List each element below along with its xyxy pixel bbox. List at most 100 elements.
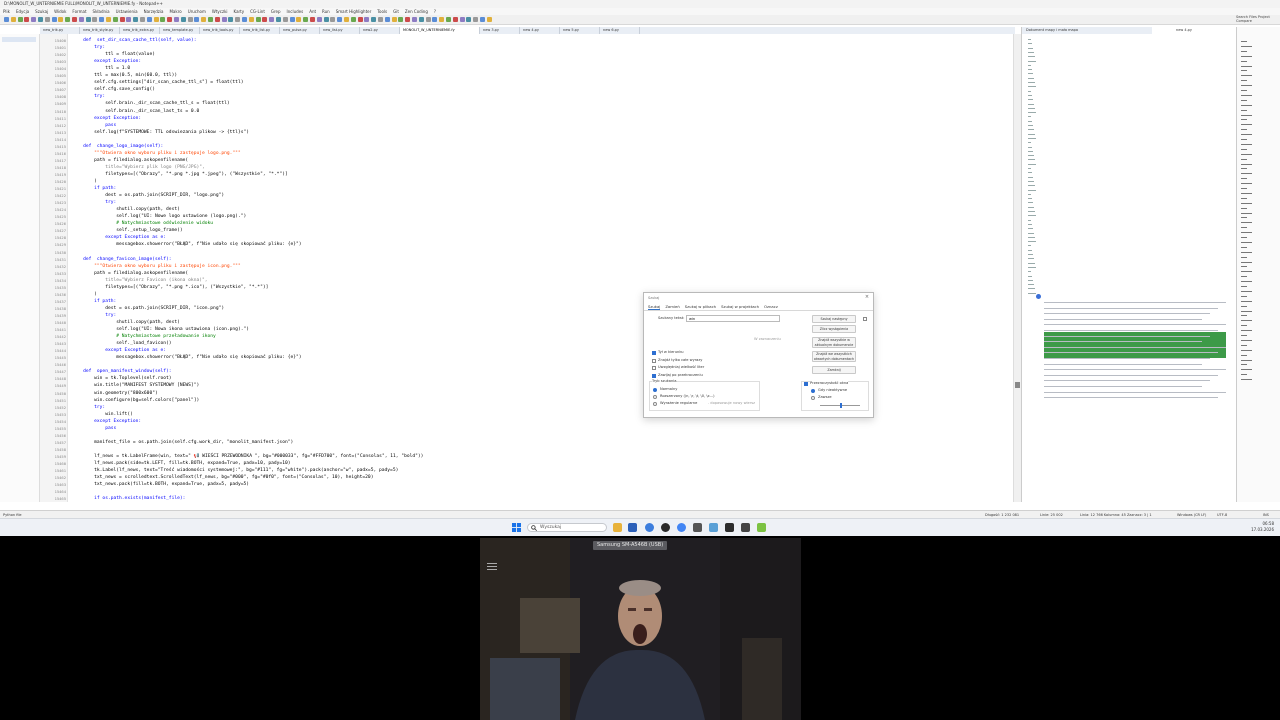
menu-item[interactable]: Karty xyxy=(234,8,245,15)
tab-mark[interactable]: Oznacz xyxy=(764,303,778,310)
find-history-checkbox[interactable] xyxy=(863,317,867,321)
menu-item[interactable]: Run xyxy=(322,8,330,15)
toolbar-button-icon[interactable] xyxy=(473,17,479,22)
toolbar-button-icon[interactable] xyxy=(384,17,390,22)
document-tab[interactable]: new 5.py xyxy=(560,27,600,34)
tab-find[interactable]: Szukaj xyxy=(648,303,661,310)
menu-item[interactable]: Składnia xyxy=(93,8,110,15)
code-line[interactable]: win.configure(bg=self.colors["panel"]) xyxy=(72,397,199,404)
code-line[interactable]: def change_favicon_image(self): xyxy=(72,256,172,263)
toolbar-button-icon[interactable] xyxy=(167,17,173,22)
code-line[interactable]: if path: xyxy=(72,185,116,192)
toolbar-button-icon[interactable] xyxy=(194,17,200,22)
code-line[interactable]: self.cfg.save_config() xyxy=(72,86,155,93)
code-line[interactable]: """Otwiera okno wyboru pliku i zastępuje… xyxy=(72,263,241,270)
toolbar-button-icon[interactable] xyxy=(391,17,397,22)
toolbar-button-icon[interactable] xyxy=(160,17,166,22)
toolbar-button-icon[interactable] xyxy=(452,17,458,22)
toolbar-button-icon[interactable] xyxy=(344,17,349,22)
menu-item[interactable]: Tools xyxy=(377,8,387,15)
system-tray[interactable]: 06:58 17.03.2026 xyxy=(1251,521,1274,533)
code-line[interactable]: except Exception: xyxy=(72,418,141,425)
toolbar-button-icon[interactable] xyxy=(201,17,207,22)
toolbar-button-icon[interactable] xyxy=(303,17,309,22)
document-tab[interactable]: new_trik_list.py xyxy=(240,27,280,34)
docmap-tab-main[interactable]: Dokument mapy i mała mapa xyxy=(1022,27,1152,34)
toolbar-button-icon[interactable] xyxy=(323,17,329,22)
toolbar-button-icon[interactable] xyxy=(92,17,98,22)
code-line[interactable]: except Exception: xyxy=(72,58,141,65)
docmap-tab-second[interactable]: new 4.py xyxy=(1172,27,1217,34)
code-line[interactable]: self.brain._dir_scan_cache_ttl_s = float… xyxy=(72,100,229,107)
toolbar-button-icon[interactable] xyxy=(480,17,485,22)
code-line[interactable]: pass xyxy=(72,122,116,129)
document-tab[interactable]: new_trik_style.py xyxy=(80,27,120,34)
code-line[interactable]: manifest_file = os.path.join(self.cfg.wo… xyxy=(72,439,293,446)
code-line[interactable]: filetypes=[("Obrazy", "*.png *.jpg *.jpe… xyxy=(72,171,288,178)
code-line[interactable]: try: xyxy=(72,199,116,206)
code-line[interactable]: title="Wybierz plik logo (PNG/JPG)", xyxy=(72,164,205,171)
document-tab[interactable]: new 3.py xyxy=(480,27,520,34)
code-line[interactable]: pass xyxy=(72,425,116,432)
toolbar-button-icon[interactable] xyxy=(289,17,295,22)
code-line[interactable]: self.cfg.settings["dir_scan_cache_ttl_s"… xyxy=(72,79,243,86)
toolbar-button-icon[interactable] xyxy=(486,17,492,22)
code-line[interactable]: tk.Label(lf_news, text="Treść wiadomości… xyxy=(72,467,398,474)
obs-icon[interactable] xyxy=(661,523,670,532)
toolbar-button-icon[interactable] xyxy=(350,17,356,22)
code-line[interactable]: txt_news = scrolledtext.ScrolledText(lf_… xyxy=(72,474,373,481)
code-line[interactable]: shutil.copy(path, dest) xyxy=(72,206,180,213)
toolbar-button-icon[interactable] xyxy=(99,17,105,22)
code-line[interactable]: ttl = float(value) xyxy=(72,51,155,58)
chrome-icon[interactable] xyxy=(677,523,686,532)
close-button[interactable]: Zamknij xyxy=(812,366,856,374)
code-line[interactable]: ttl = 1.0 xyxy=(72,65,130,72)
toolbar-button-icon[interactable] xyxy=(357,17,363,22)
code-line[interactable]: try: xyxy=(72,93,105,100)
toolbar-button-icon[interactable] xyxy=(371,17,377,22)
document-tab[interactable]: new_pulse.py xyxy=(280,27,320,34)
toolbar-button-icon[interactable] xyxy=(51,17,57,22)
toolbar-button-icon[interactable] xyxy=(228,17,234,22)
edge-browser-icon[interactable] xyxy=(645,523,654,532)
close-icon[interactable]: × xyxy=(863,294,871,301)
menu-item[interactable]: Git xyxy=(393,8,399,15)
toolbar-button-icon[interactable] xyxy=(446,17,451,22)
count-button[interactable]: Zlicz wystąpienia xyxy=(812,325,856,333)
toolbar-button-icon[interactable] xyxy=(146,17,152,22)
code-line[interactable]: self.log("UI: Nowa ikona ustawiona (icon… xyxy=(72,326,249,333)
toolbar-button-icon[interactable] xyxy=(221,17,227,22)
toolbar-button-icon[interactable] xyxy=(330,17,336,22)
taskbar-app-icon[interactable] xyxy=(741,523,750,532)
document-tab[interactable]: new_trik_extra.py xyxy=(120,27,160,34)
toolbar-button-icon[interactable] xyxy=(282,17,288,22)
document-tab[interactable]: MONOLIT_W_UNTERNIEMIE.fy xyxy=(400,27,480,34)
toolbar-button-icon[interactable] xyxy=(44,17,50,22)
toolbar-button-icon[interactable] xyxy=(242,17,247,22)
document-tab[interactable]: new 4.py xyxy=(520,27,560,34)
toolbar-button-icon[interactable] xyxy=(262,17,268,22)
toolbar-button-icon[interactable] xyxy=(72,17,77,22)
code-line[interactable]: """Otwiera okno wyboru pliku i zastępuje… xyxy=(72,150,241,157)
document-tab[interactable]: new2.py xyxy=(360,27,400,34)
tab-replace[interactable]: Zamień xyxy=(665,303,679,310)
toolbar-button-icon[interactable] xyxy=(378,17,383,22)
toolbar-button-icon[interactable] xyxy=(174,17,179,22)
code-line[interactable]: self._load_favicon() xyxy=(72,340,171,347)
document-tab[interactable]: new_template.py xyxy=(160,27,200,34)
code-line[interactable]: def set_dir_scan_cache_ttl(self, value): xyxy=(72,37,196,44)
menu-item[interactable]: Grep xyxy=(271,8,281,15)
taskbar-app-icon[interactable] xyxy=(628,523,637,532)
mode-normal-radio[interactable] xyxy=(653,388,657,392)
compare-label[interactable]: Compare xyxy=(1236,19,1280,23)
transparency-always-radio[interactable] xyxy=(811,396,815,400)
menu-item[interactable]: Format xyxy=(72,8,86,15)
transparency-inactive-radio[interactable] xyxy=(811,389,815,393)
code-line[interactable]: except Exception: xyxy=(72,115,141,122)
toolbar-button-icon[interactable] xyxy=(17,17,23,22)
document-tab[interactable]: new_trik_tools.py xyxy=(200,27,240,34)
toolbar-button-icon[interactable] xyxy=(140,17,145,22)
code-line[interactable]: ) xyxy=(72,291,97,298)
find-input[interactable]: win xyxy=(686,315,780,322)
toolbar-button-icon[interactable] xyxy=(439,17,445,22)
